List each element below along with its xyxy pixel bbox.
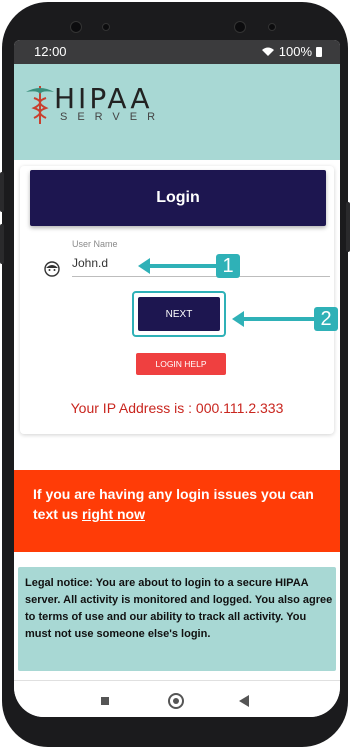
callout-badge-1: 1 [216, 254, 240, 278]
wifi-icon [261, 47, 274, 56]
sensor-icon [268, 23, 276, 31]
login-issue-alert: If you are having any login issues you c… [14, 470, 340, 552]
username-input[interactable]: John.d [72, 256, 108, 270]
alert-message: If you are having any login issues you c… [33, 486, 314, 522]
next-highlight-frame: NEXT [132, 291, 226, 337]
callout-arrow [242, 317, 314, 321]
ip-address-text: Your IP Address is : 000.111.2.333 [70, 400, 284, 416]
battery-percent: 100% [278, 44, 312, 59]
front-camera-icon [234, 21, 246, 33]
sensor-icon [102, 23, 110, 31]
recents-icon[interactable] [101, 697, 109, 705]
logo-subtitle: SERVER [60, 111, 166, 123]
login-title: Login [30, 170, 326, 226]
status-time: 12:00 [34, 44, 67, 59]
app-header: HIPAA SERVER [14, 64, 340, 160]
status-bar: 12:00 100% [14, 40, 340, 64]
camera-icon [70, 21, 82, 33]
right-now-link[interactable]: right now [82, 506, 145, 522]
alert-text: If you are having any login issues you c… [33, 484, 333, 524]
username-label: User Name [72, 239, 118, 249]
login-card: Login User Name John.d NEXT LOGIN HELP Y… [20, 166, 334, 434]
volume-button [0, 172, 4, 212]
username-underline [72, 276, 330, 277]
next-button[interactable]: NEXT [138, 297, 220, 331]
user-face-icon [44, 261, 60, 277]
volume-button [0, 224, 4, 264]
callout-arrow [148, 264, 216, 268]
callout-badge-2: 2 [314, 307, 338, 331]
android-nav-bar [14, 680, 340, 717]
back-icon[interactable] [239, 695, 249, 707]
status-right: 100% [261, 44, 322, 59]
legal-notice: Legal notice: You are about to login to … [18, 567, 336, 671]
phone-frame: 12:00 100% HIPAA SERVER Login User Name … [0, 2, 350, 747]
battery-icon [316, 46, 322, 57]
home-icon[interactable] [168, 693, 184, 709]
legal-notice-text: Legal notice: You are about to login to … [25, 577, 333, 640]
power-button [346, 202, 350, 252]
login-help-button[interactable]: LOGIN HELP [136, 353, 226, 375]
screen: 12:00 100% HIPAA SERVER Login User Name … [14, 40, 340, 717]
